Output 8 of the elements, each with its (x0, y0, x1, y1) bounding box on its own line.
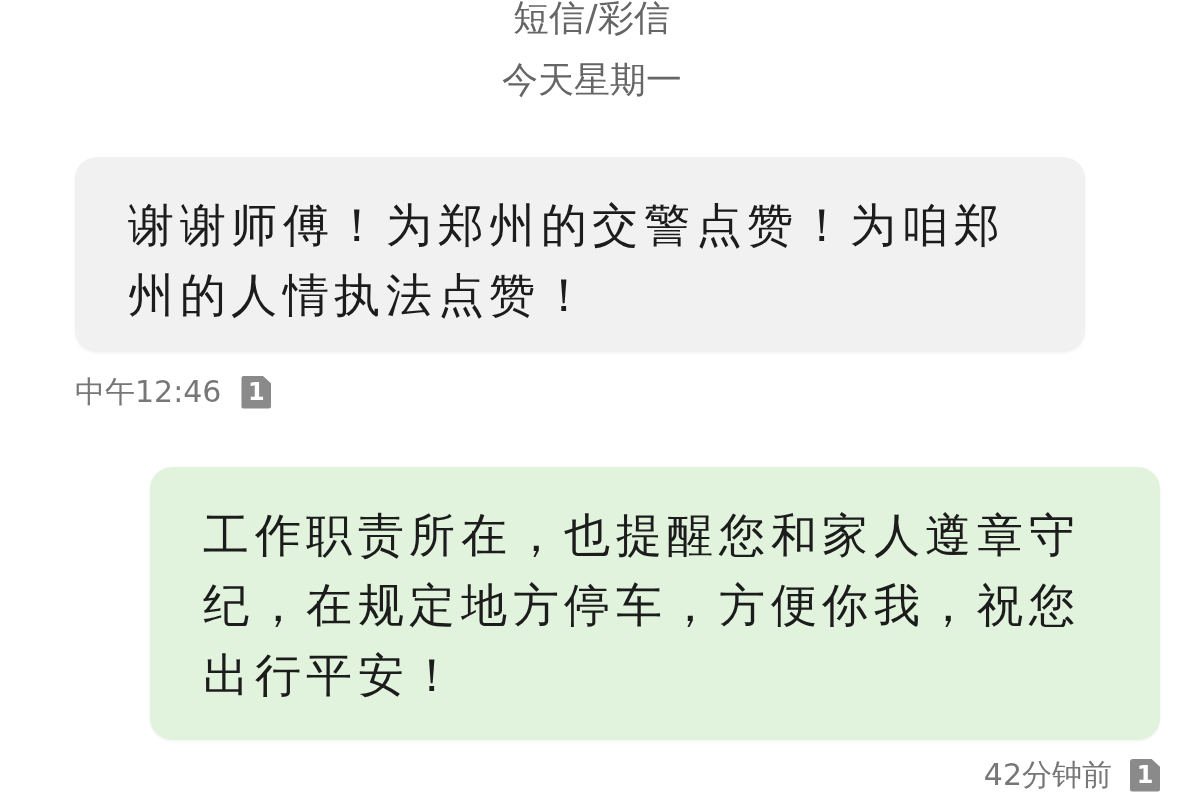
sim-card-indicator: 1 (1130, 758, 1160, 792)
message-text: 工作职责所在，也提醒您和家人遵章守纪，在规定地方停车，方便你我，祝您出行平安！ (203, 507, 1082, 704)
sim-card-indicator: 1 (241, 375, 272, 409)
date-divider: 今天星期一 (501, 62, 682, 98)
message-text: 谢谢师傅！为郑州的交警点赞！为咱郑州的人情执法点赞！ (128, 197, 1007, 324)
conversation-title: 短信/彩信 (513, 0, 670, 36)
message-time: 42分钟前 (983, 758, 1112, 792)
message-time: 中午12:46 (75, 375, 222, 409)
